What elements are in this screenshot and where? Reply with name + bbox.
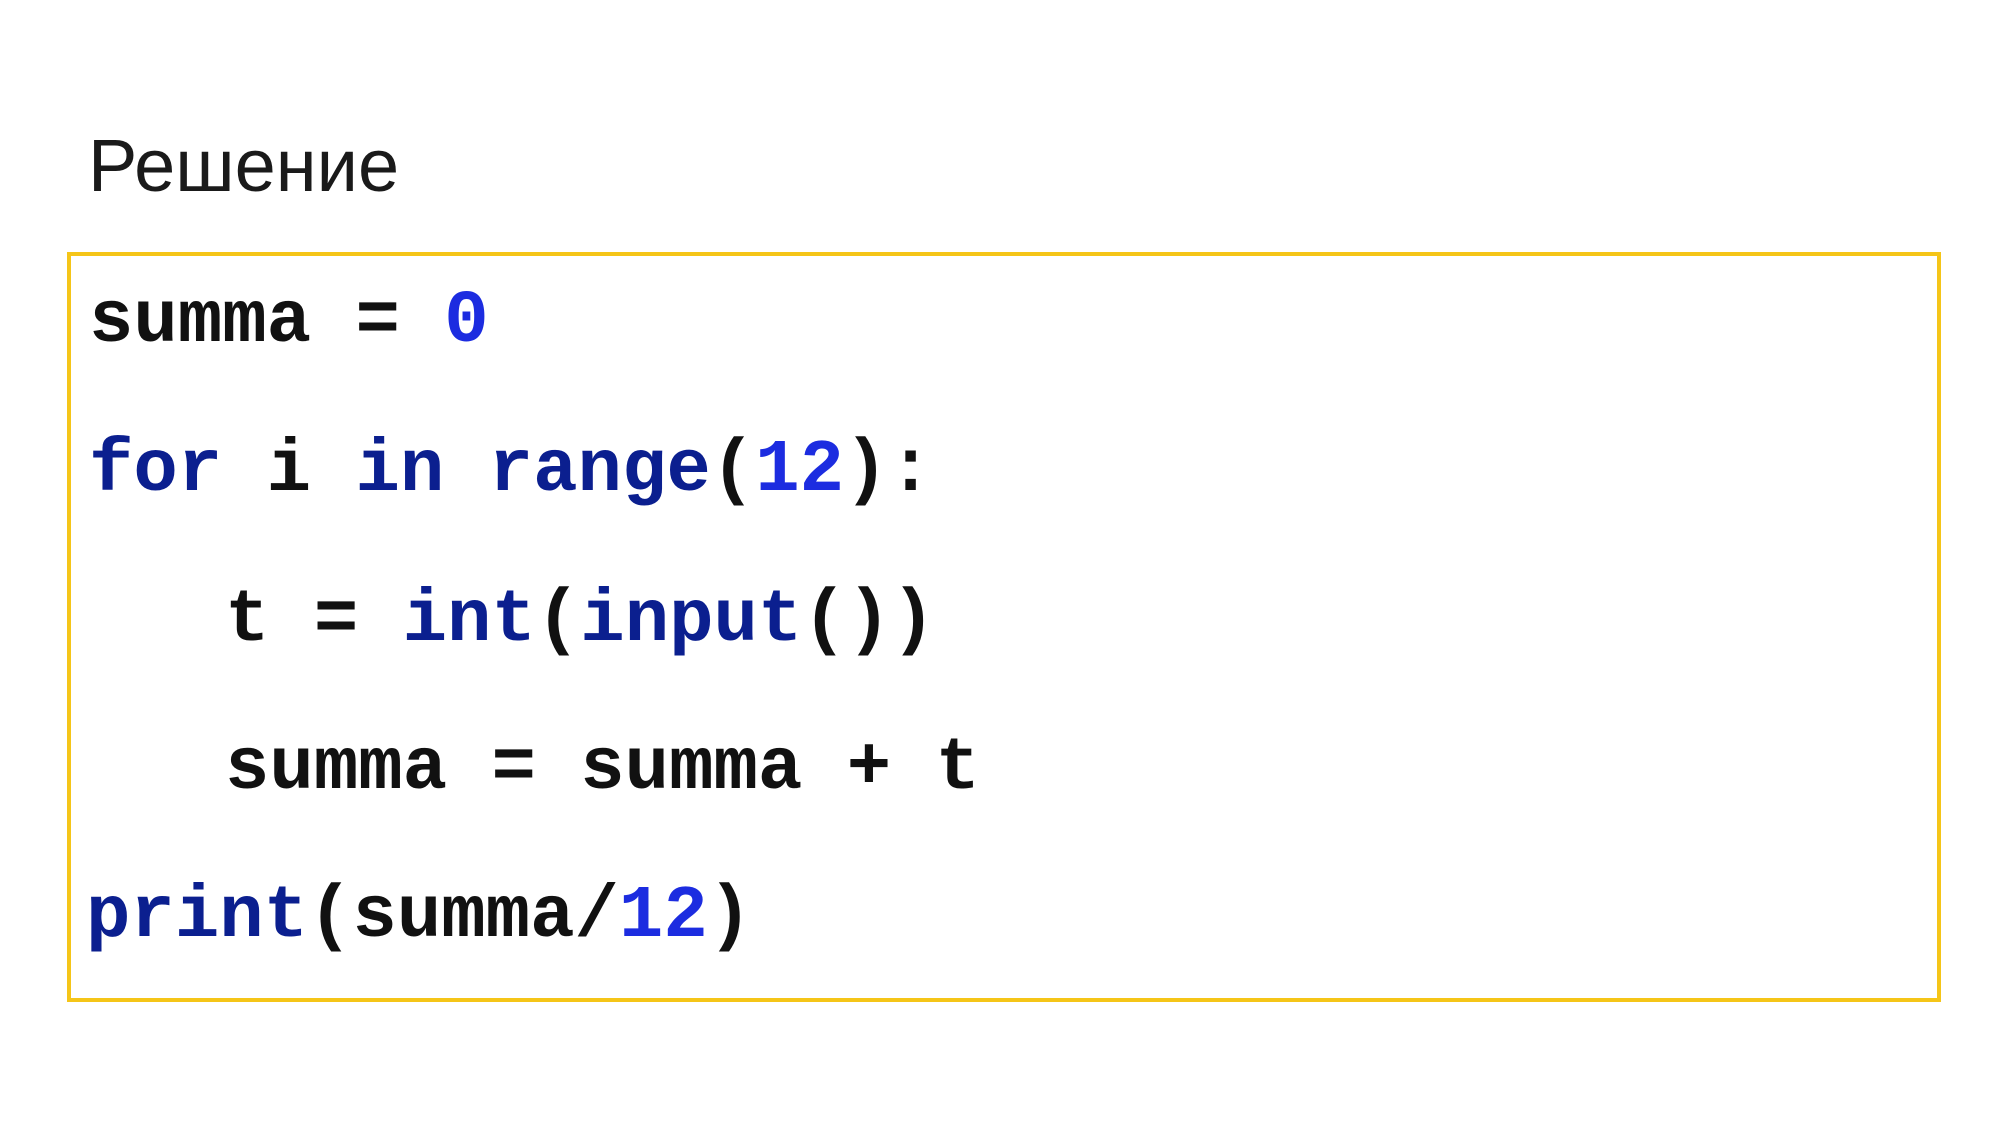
code-token-keyword: range	[488, 429, 711, 513]
code-token: ):	[844, 429, 933, 513]
code-token: ())	[802, 579, 936, 663]
code-line-5: print(summa/12)	[86, 872, 752, 962]
code-token: )	[707, 875, 753, 959]
code-line-1: summa = 0	[89, 277, 489, 367]
code-token: summa = summa + t	[225, 727, 980, 811]
code-token-keyword: input	[580, 579, 803, 663]
code-token: (	[535, 579, 581, 663]
code-line-4: summa = summa + t	[225, 724, 980, 814]
code-token: i	[222, 429, 356, 513]
code-token-keyword: in	[355, 429, 445, 513]
code-token: (	[710, 429, 756, 513]
code-line-3: t = int(input())	[225, 576, 936, 666]
code-token-number: 0	[444, 280, 489, 364]
code-token-keyword: print	[86, 875, 309, 959]
code-token-number: 12	[618, 875, 708, 959]
code-token: summa =	[89, 280, 445, 364]
code-token: t =	[225, 579, 403, 663]
slide-title: Решение	[88, 124, 400, 207]
code-token-keyword: int	[402, 579, 536, 663]
code-token-number: 12	[755, 429, 845, 513]
code-line-2: for i in range(12):	[89, 426, 933, 516]
code-token: (summa/	[308, 875, 619, 959]
code-token-keyword: for	[89, 429, 223, 513]
